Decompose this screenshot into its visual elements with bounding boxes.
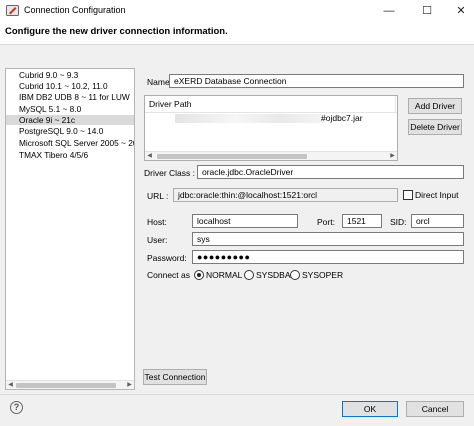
window-title: Connection Configuration xyxy=(24,5,126,15)
database-list[interactable]: Cubrid 9.0 ~ 9.3 Cubrid 10.1 ~ 10.2, 11.… xyxy=(5,68,135,390)
list-item[interactable]: PostgreSQL 9.0 ~ 14.0 xyxy=(6,126,134,136)
url-label: URL : xyxy=(147,191,169,201)
password-input[interactable]: ●●●●●●●●● xyxy=(192,250,464,264)
ok-button[interactable]: OK xyxy=(342,401,398,417)
test-connection-button[interactable]: Test Connection xyxy=(143,369,207,385)
sysoper-radio[interactable] xyxy=(290,270,300,280)
direct-input-label: Direct Input xyxy=(415,190,459,200)
list-item[interactable]: TMAX Tibero 4/5/6 xyxy=(6,150,134,160)
sysoper-label: SYSOPER xyxy=(302,270,344,280)
help-icon[interactable]: ? xyxy=(10,401,23,414)
host-input[interactable]: localhost xyxy=(192,214,298,228)
delete-driver-button[interactable]: Delete Driver xyxy=(408,119,462,135)
driver-path-row[interactable]: #ojdbc7.jar xyxy=(145,113,397,124)
name-label: Name xyxy=(147,77,170,87)
driver-class-input[interactable]: oracle.jdbc.OracleDriver xyxy=(197,165,464,179)
redacted-path xyxy=(175,114,325,123)
sid-input[interactable]: orcl xyxy=(411,214,464,228)
port-input[interactable]: 1521 xyxy=(342,214,382,228)
scroll-left-icon[interactable]: ◀ xyxy=(6,381,15,389)
scroll-right-icon[interactable]: ▶ xyxy=(388,152,397,160)
maximize-button[interactable]: ☐ xyxy=(414,0,440,22)
port-label: Port: xyxy=(317,217,335,227)
cancel-button[interactable]: Cancel xyxy=(406,401,464,417)
driver-path-table[interactable]: Driver Path #ojdbc7.jar ◀ ▶ xyxy=(144,95,398,161)
host-label: Host: xyxy=(147,217,167,227)
app-icon xyxy=(6,5,19,16)
footer-divider xyxy=(0,394,474,395)
driver-table-scrollbar[interactable]: ◀ ▶ xyxy=(145,151,397,160)
scroll-right-icon[interactable]: ▶ xyxy=(125,381,134,389)
sysdba-radio[interactable] xyxy=(244,270,254,280)
column-divider xyxy=(395,96,396,113)
connect-as-label: Connect as xyxy=(147,270,190,280)
driver-class-label: Driver Class : xyxy=(144,168,196,178)
close-button[interactable]: ✕ xyxy=(448,0,474,22)
scrollbar-thumb[interactable] xyxy=(157,154,307,159)
sysdba-label: SYSDBA xyxy=(256,270,291,280)
header-divider xyxy=(0,44,474,45)
list-item[interactable]: Microsoft SQL Server 2005 ~ 2019 xyxy=(6,138,134,148)
normal-radio[interactable] xyxy=(194,270,204,280)
url-input[interactable]: jdbc:oracle:thin:@localhost:1521:orcl xyxy=(173,188,398,202)
direct-input-checkbox[interactable] xyxy=(403,190,413,200)
list-item-selected[interactable]: Oracle 9i ~ 21c xyxy=(6,115,134,125)
driver-path-header: Driver Path xyxy=(145,96,397,113)
add-driver-button[interactable]: Add Driver xyxy=(408,98,462,114)
scrollbar-thumb[interactable] xyxy=(16,383,116,388)
list-item[interactable]: Cubrid 10.1 ~ 10.2, 11.0 xyxy=(6,81,134,91)
name-input[interactable]: eXERD Database Connection xyxy=(169,74,464,88)
list-item[interactable]: MySQL 5.1 ~ 8.0 xyxy=(6,104,134,114)
page-header: Configure the new driver connection info… xyxy=(5,26,228,37)
user-input[interactable]: sys xyxy=(192,232,464,246)
list-item[interactable]: IBM DB2 UDB 8 ~ 11 for LUW xyxy=(6,92,134,102)
minimize-button[interactable]: — xyxy=(376,0,402,22)
list-horizontal-scrollbar[interactable]: ◀ ▶ xyxy=(6,380,134,389)
sid-label: SID: xyxy=(390,217,407,227)
list-item[interactable]: Cubrid 9.0 ~ 9.3 xyxy=(6,70,134,80)
scroll-left-icon[interactable]: ◀ xyxy=(145,152,154,160)
normal-label: NORMAL xyxy=(206,270,243,280)
driver-path-value: #ojdbc7.jar xyxy=(321,113,363,123)
password-label: Password: xyxy=(147,253,187,263)
user-label: User: xyxy=(147,235,168,245)
